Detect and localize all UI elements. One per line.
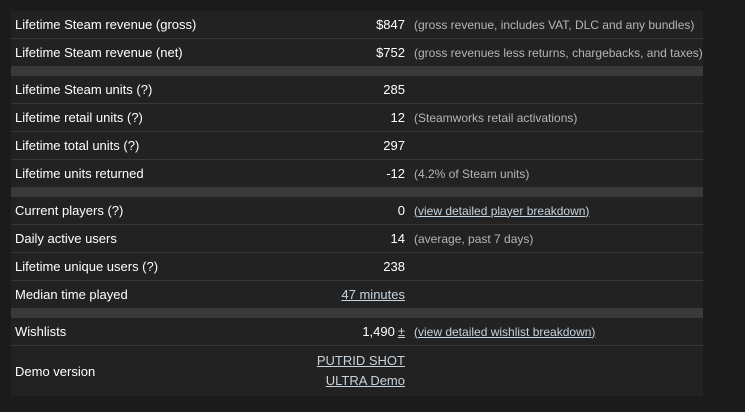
daily-active-users-note: (average, past 7 days) — [414, 231, 534, 246]
player-breakdown-link[interactable]: (view detailed player breakdown) — [414, 204, 589, 218]
section-divider — [11, 188, 703, 197]
net-revenue-value: $752 — [376, 45, 405, 60]
row-demo-version: Demo version PUTRID SHOT ULTRA Demo — [11, 346, 703, 396]
gross-revenue-note: (gross revenue, includes VAT, DLC and an… — [414, 17, 695, 32]
section-divider — [11, 309, 703, 318]
row-retail-units: Lifetime retail units (?) 12 (Steamworks… — [11, 104, 703, 132]
current-players-label: Current players (?) — [15, 203, 124, 218]
demo-version-label: Demo version — [15, 363, 96, 379]
total-units-value: 297 — [383, 138, 405, 153]
steam-units-label: Lifetime Steam units (?) — [15, 82, 153, 97]
unique-users-value: 238 — [383, 259, 405, 274]
row-total-units: Lifetime total units (?) 297 — [11, 132, 703, 160]
units-returned-value: -12 — [386, 166, 405, 181]
demo-link-line1[interactable]: PUTRID SHOT — [317, 353, 405, 368]
row-median-time: Median time played 47 minutes — [11, 281, 703, 309]
median-time-label: Median time played — [15, 287, 128, 302]
total-units-label: Lifetime total units (?) — [15, 138, 140, 153]
gross-revenue-label: Lifetime Steam revenue (gross) — [15, 17, 197, 32]
current-players-value: 0 — [397, 203, 405, 218]
units-returned-note: (4.2% of Steam units) — [414, 166, 530, 181]
section-divider — [11, 67, 703, 76]
demo-link-line2[interactable]: ULTRA Demo — [326, 373, 405, 388]
wishlists-value: 1,490 — [362, 324, 395, 339]
net-revenue-label: Lifetime Steam revenue (net) — [15, 45, 183, 60]
row-daily-active-users: Daily active users 14 (average, past 7 d… — [11, 225, 703, 253]
retail-units-value: 12 — [390, 110, 405, 125]
net-revenue-note: (gross revenues less returns, chargeback… — [414, 45, 703, 60]
steam-units-value: 285 — [383, 82, 405, 97]
lifetime-stats-table: Lifetime Steam revenue (gross) $847 (gro… — [11, 11, 703, 396]
gross-revenue-value: $847 — [376, 17, 405, 32]
daily-active-users-label: Daily active users — [15, 231, 117, 246]
wishlist-adjust-link[interactable]: ± — [398, 324, 405, 339]
retail-units-label: Lifetime retail units (?) — [15, 110, 143, 125]
row-unique-users: Lifetime unique users (?) 238 — [11, 253, 703, 281]
row-net-revenue: Lifetime Steam revenue (net) $752 (gross… — [11, 39, 703, 67]
row-steam-units: Lifetime Steam units (?) 285 — [11, 76, 703, 104]
median-time-link[interactable]: 47 minutes — [341, 287, 405, 302]
daily-active-users-value: 14 — [390, 231, 405, 246]
retail-units-note: (Steamworks retail activations) — [414, 110, 578, 125]
row-units-returned: Lifetime units returned -12 (4.2% of Ste… — [11, 160, 703, 188]
row-current-players: Current players (?) 0 (view detailed pla… — [11, 197, 703, 225]
wishlists-label: Wishlists — [15, 324, 67, 339]
unique-users-label: Lifetime unique users (?) — [15, 259, 159, 274]
units-returned-label: Lifetime units returned — [15, 166, 144, 181]
wishlist-breakdown-link[interactable]: (view detailed wishlist breakdown) — [414, 325, 595, 339]
row-wishlists: Wishlists 1,490 ± (view detailed wishlist… — [11, 318, 703, 346]
row-gross-revenue: Lifetime Steam revenue (gross) $847 (gro… — [11, 11, 703, 39]
